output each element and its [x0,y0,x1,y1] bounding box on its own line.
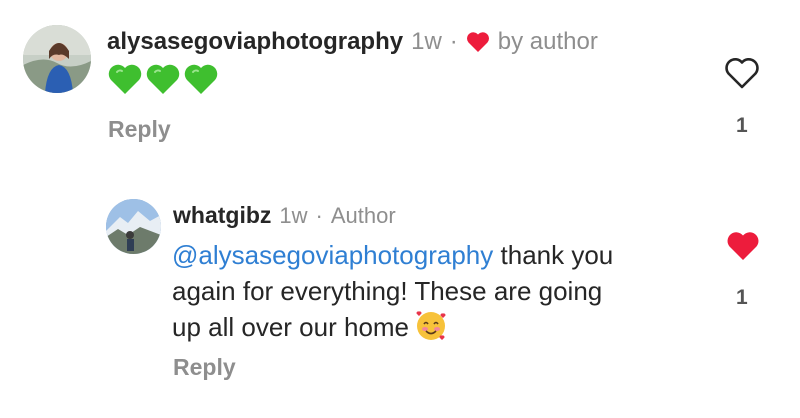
avatar[interactable] [23,25,91,93]
heart-icon [466,31,490,53]
separator-dot: · [449,28,458,55]
reply-username[interactable]: whatgibz [173,202,271,229]
like-heart-outline-icon[interactable] [724,57,760,89]
green-heart-icon [108,64,142,94]
comment-text [108,63,218,95]
like-count: 1 [736,114,748,137]
separator-dot: · [315,202,323,228]
liked-by-author-label: by author [497,28,598,55]
green-heart-icon [146,64,180,94]
like-heart-filled-icon[interactable] [726,231,760,261]
comment-username[interactable]: alysasegoviaphotography [107,28,403,56]
smiling-face-with-hearts-icon [415,310,447,342]
author-badge: Author [330,202,396,228]
reply-button[interactable]: Reply [108,116,171,143]
mention-link[interactable]: @alysasegoviaphotography [172,240,493,270]
comment-time: 1w [411,28,442,55]
reply-text: @alysasegoviaphotography thank you again… [172,240,614,342]
reply-header: whatgibz 1w · Author [173,202,396,229]
avatar[interactable] [106,199,161,254]
comment-header: alysasegoviaphotography 1w · by author [107,28,598,56]
green-heart-icon [184,64,218,94]
like-count: 1 [736,286,748,309]
reply-time: 1w [279,202,308,228]
reply-button[interactable]: Reply [173,354,236,381]
